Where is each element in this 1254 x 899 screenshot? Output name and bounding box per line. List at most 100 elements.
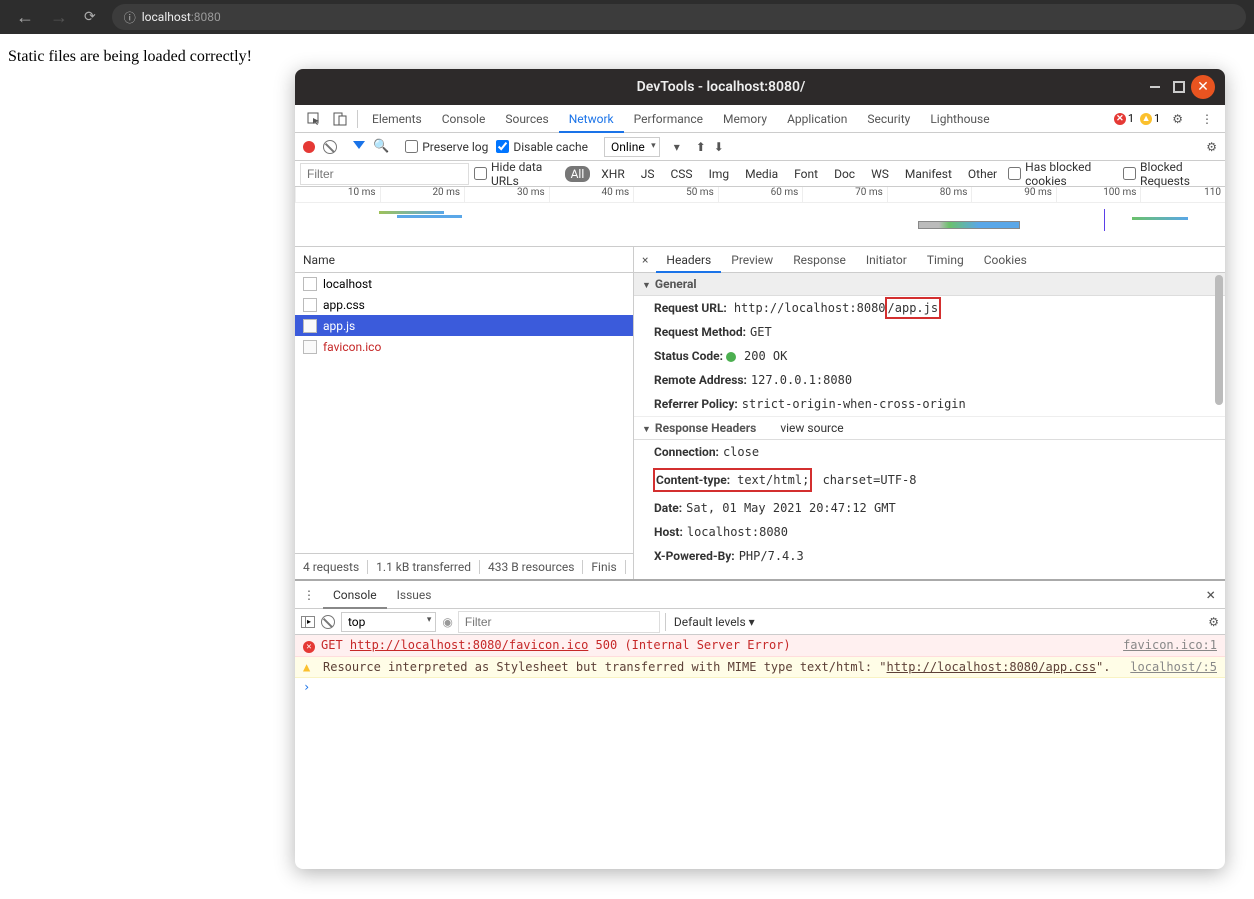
devtools-title: DevTools - localhost:8080/ xyxy=(305,79,1137,95)
console-prompt[interactable]: › xyxy=(295,678,1225,696)
download-icon[interactable]: ⬇ xyxy=(714,140,724,154)
waterfall-timeline[interactable]: 10 ms 20 ms 30 ms 40 ms 50 ms 60 ms 70 m… xyxy=(295,187,1225,247)
wf-label: 80 ms xyxy=(887,187,972,202)
console-filter-input[interactable] xyxy=(459,612,659,632)
detail-tab-timing[interactable]: Timing xyxy=(917,247,974,273)
tab-network[interactable]: Network xyxy=(559,105,624,133)
more-menu-icon[interactable]: ⋮ xyxy=(1195,108,1219,130)
referrer-value: strict-origin-when-cross-origin xyxy=(742,397,966,411)
filter-type-manifest[interactable]: Manifest xyxy=(900,165,957,183)
drawer-tab-console[interactable]: Console xyxy=(323,581,387,609)
close-detail-icon[interactable]: × xyxy=(634,253,656,267)
filter-type-img[interactable]: Img xyxy=(704,165,735,183)
tab-security[interactable]: Security xyxy=(857,105,920,133)
upload-icon[interactable]: ⬆ xyxy=(696,140,706,154)
filter-type-doc[interactable]: Doc xyxy=(829,165,860,183)
request-name: localhost xyxy=(323,277,372,291)
general-section-header[interactable]: ▼General xyxy=(634,273,1225,296)
response-headers-section[interactable]: ▼Response Headersview source xyxy=(634,416,1225,440)
inspect-element-icon[interactable] xyxy=(301,108,327,130)
filter-type-media[interactable]: Media xyxy=(740,165,783,183)
log-source-link[interactable]: favicon.ico:1 xyxy=(1123,638,1217,652)
console-sidebar-icon[interactable]: ▸ xyxy=(301,616,315,628)
tab-performance[interactable]: Performance xyxy=(624,105,713,133)
request-row-selected[interactable]: app.js xyxy=(295,315,633,336)
scrollbar[interactable] xyxy=(1215,275,1223,405)
site-info-icon[interactable]: ⓘ xyxy=(124,9,136,26)
detail-tab-cookies[interactable]: Cookies xyxy=(974,247,1037,273)
filter-type-js[interactable]: JS xyxy=(636,165,660,183)
detail-tab-response[interactable]: Response xyxy=(783,247,856,273)
drawer-tab-issues[interactable]: Issues xyxy=(387,581,442,609)
throttle-select[interactable]: Online xyxy=(604,137,660,157)
console-settings-icon[interactable]: ⚙ xyxy=(1208,615,1219,629)
headers-body[interactable]: ▼General Request URL: http://localhost:8… xyxy=(634,273,1225,579)
filter-type-font[interactable]: Font xyxy=(789,165,823,183)
wf-label: 100 ms xyxy=(1056,187,1141,202)
console-error-row[interactable]: ✕ GET http://localhost:8080/favicon.ico … xyxy=(295,635,1225,657)
tab-sources[interactable]: Sources xyxy=(495,105,558,133)
log-levels-select[interactable]: Default levels ▾ xyxy=(665,613,763,631)
forward-button[interactable]: → xyxy=(42,3,76,32)
log-url-link[interactable]: http://localhost:8080/app.css xyxy=(887,660,1097,674)
drawer-menu-icon[interactable]: ⋮ xyxy=(295,588,323,602)
tab-console[interactable]: Console xyxy=(432,105,496,133)
tab-lighthouse[interactable]: Lighthouse xyxy=(920,105,999,133)
window-close-button[interactable]: ✕ xyxy=(1191,75,1215,99)
status-dot-icon xyxy=(726,352,736,362)
request-detail-pane: × Headers Preview Response Initiator Tim… xyxy=(634,247,1225,579)
log-url-link[interactable]: http://localhost:8080/favicon.ico xyxy=(350,638,588,652)
filter-type-css[interactable]: CSS xyxy=(666,165,698,183)
disable-cache-checkbox[interactable]: Disable cache xyxy=(496,140,588,154)
date-key: Date: xyxy=(654,501,682,515)
network-settings-icon[interactable]: ⚙ xyxy=(1206,140,1217,154)
request-url-a: http://localhost:8080 xyxy=(734,301,886,315)
request-row[interactable]: favicon.ico xyxy=(295,336,633,357)
address-bar[interactable]: ⓘ localhost:8080 xyxy=(112,4,1246,30)
detail-tab-headers[interactable]: Headers xyxy=(656,247,721,273)
request-row[interactable]: app.css xyxy=(295,294,633,315)
hide-data-urls-checkbox[interactable]: Hide data URLs xyxy=(474,160,559,188)
tab-application[interactable]: Application xyxy=(777,105,857,133)
device-toggle-icon[interactable] xyxy=(327,108,353,130)
window-minimize-button[interactable] xyxy=(1143,75,1167,99)
drawer-close-icon[interactable]: × xyxy=(1196,585,1225,604)
tab-elements[interactable]: Elements xyxy=(362,105,432,133)
filter-type-other[interactable]: Other xyxy=(963,165,1002,183)
log-source-link[interactable]: localhost/:5 xyxy=(1130,660,1217,674)
detail-tab-preview[interactable]: Preview xyxy=(721,247,783,273)
filter-type-xhr[interactable]: XHR xyxy=(596,165,629,183)
detail-tab-initiator[interactable]: Initiator xyxy=(856,247,917,273)
filter-type-all[interactable]: All xyxy=(565,166,591,182)
request-name: favicon.ico xyxy=(323,340,381,354)
file-icon xyxy=(303,298,317,312)
window-maximize-button[interactable] xyxy=(1173,81,1185,93)
console-warning-row[interactable]: ▲ Resource interpreted as Stylesheet but… xyxy=(295,657,1225,678)
console-clear-icon[interactable] xyxy=(321,615,335,629)
live-expression-icon[interactable]: ◉ xyxy=(442,615,452,629)
context-select[interactable]: top xyxy=(341,612,436,632)
blocked-requests-checkbox[interactable]: Blocked Requests xyxy=(1123,160,1219,188)
summary-requests: 4 requests xyxy=(295,560,368,574)
summary-finish: Finis xyxy=(583,560,625,574)
blocked-req-label: Blocked Requests xyxy=(1140,160,1219,188)
settings-gear-icon[interactable]: ⚙ xyxy=(1166,108,1189,130)
request-list-header[interactable]: Name xyxy=(295,247,633,273)
warning-count: 1 xyxy=(1154,112,1160,125)
error-badge[interactable]: ✕1 xyxy=(1114,112,1134,125)
preserve-log-checkbox[interactable]: Preserve log xyxy=(405,140,488,154)
record-button[interactable] xyxy=(303,141,315,153)
blocked-cookies-checkbox[interactable]: Has blocked cookies xyxy=(1008,160,1117,188)
tab-memory[interactable]: Memory xyxy=(713,105,777,133)
view-source-link[interactable]: view source xyxy=(780,421,843,435)
reload-button[interactable]: ⟳ xyxy=(76,5,104,29)
back-button[interactable]: ← xyxy=(8,3,42,32)
filter-input[interactable] xyxy=(301,164,468,184)
filter-toggle-icon[interactable] xyxy=(353,141,365,153)
search-icon[interactable]: 🔍 xyxy=(373,139,389,154)
clear-button[interactable] xyxy=(323,140,337,154)
filter-type-ws[interactable]: WS xyxy=(866,165,894,183)
summary-resources: 433 B resources xyxy=(480,560,583,574)
request-row[interactable]: localhost xyxy=(295,273,633,294)
warning-badge[interactable]: ▲1 xyxy=(1140,112,1160,125)
